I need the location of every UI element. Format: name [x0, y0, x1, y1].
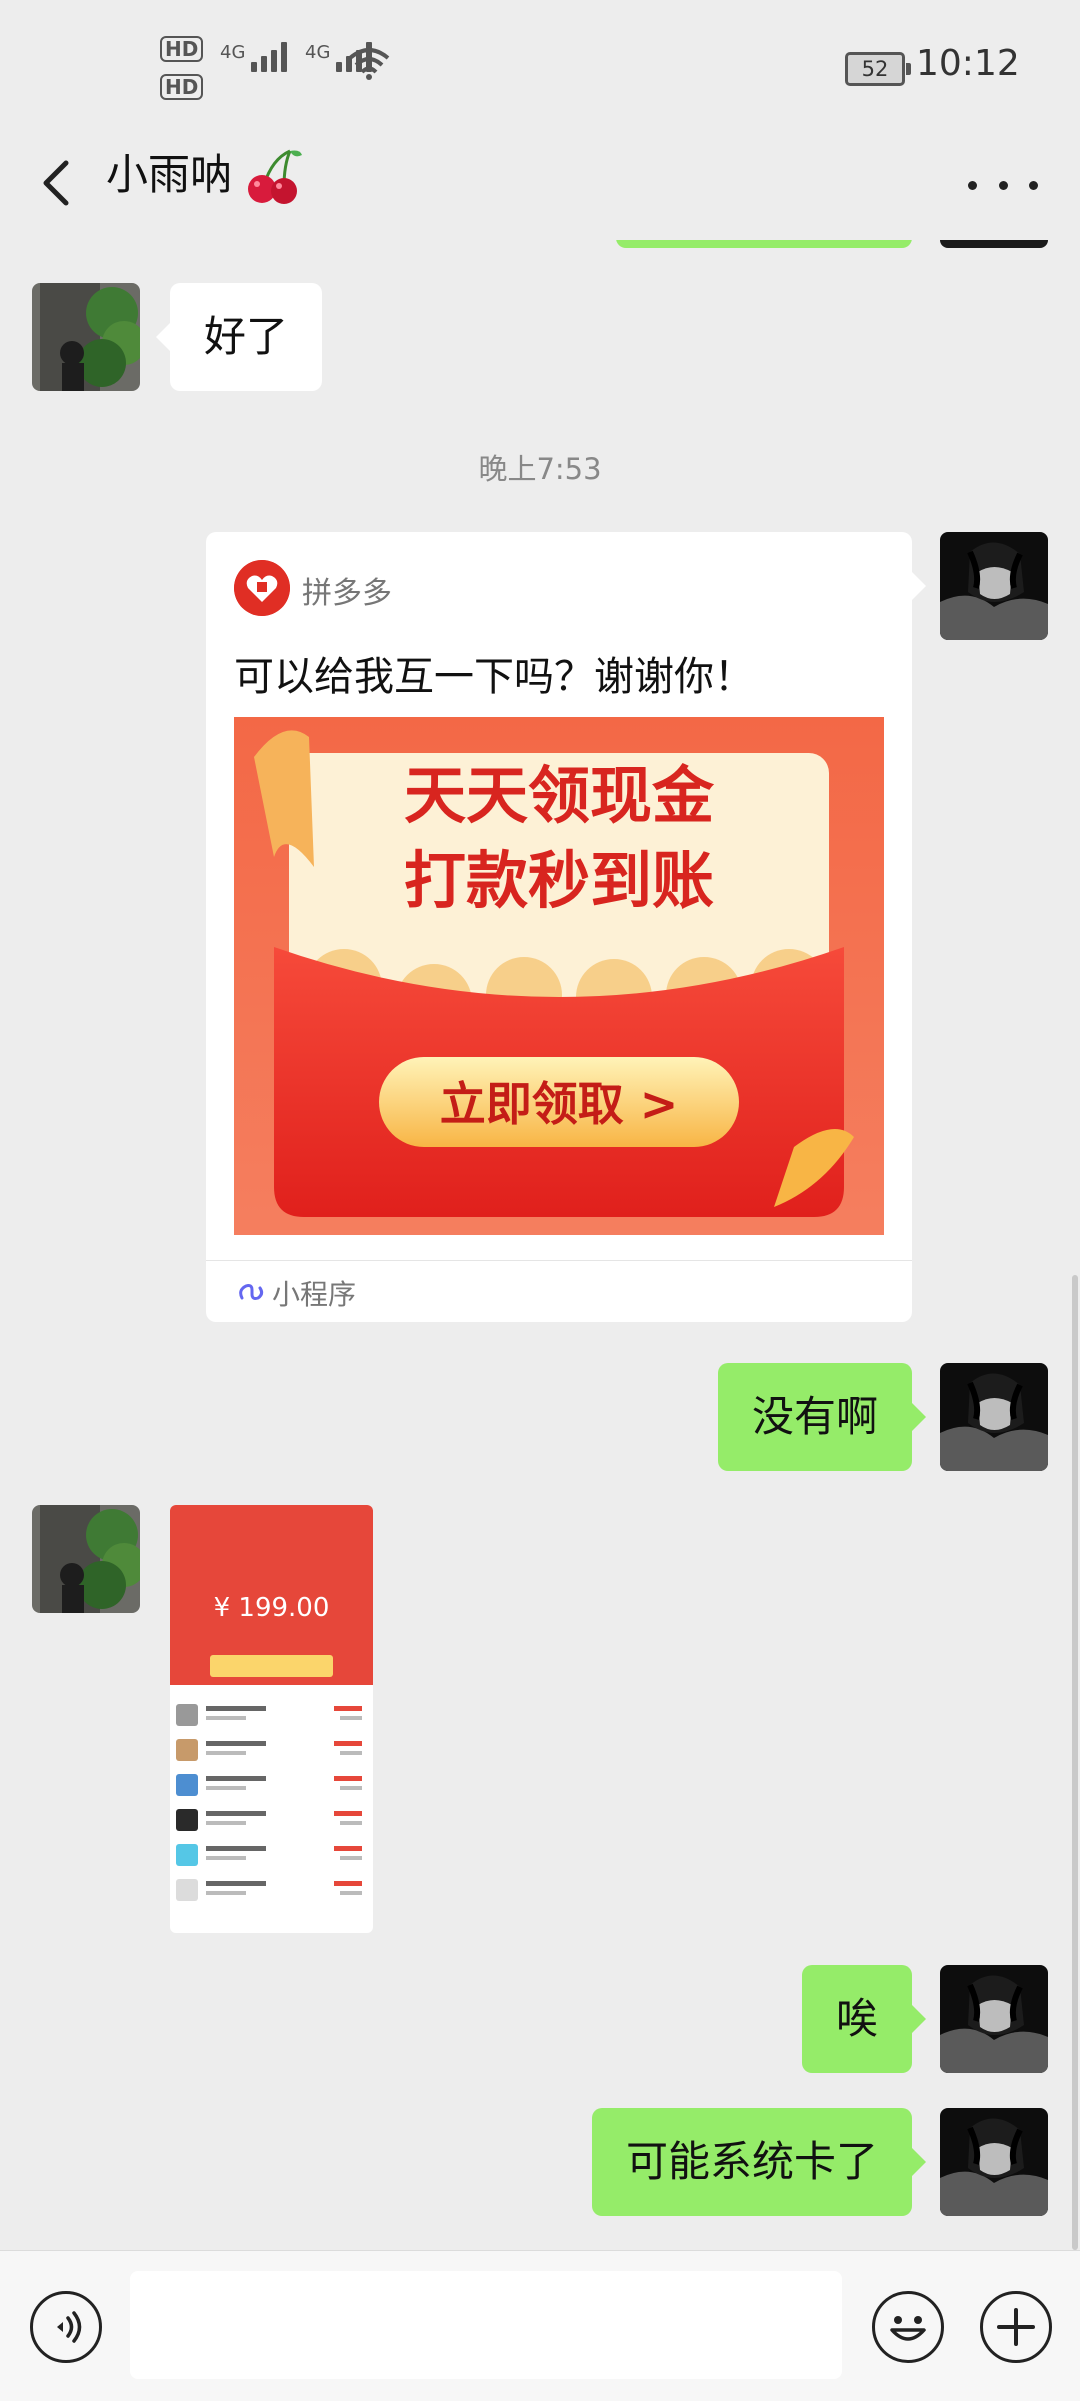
- message-bubble[interactable]: 唉: [801, 1965, 927, 2073]
- image-amount-text: ¥ 199.00: [213, 1593, 330, 1623]
- more-options-button[interactable]: [968, 165, 1038, 205]
- chat-title: 小雨呐: [106, 150, 233, 199]
- chat-header: 小雨呐: [0, 135, 1080, 240]
- message-bubble[interactable]: 好了: [155, 283, 323, 391]
- status-bar: HD HD 4G 4G 52 10:12: [0, 0, 1080, 135]
- my-avatar[interactable]: [940, 1363, 1048, 1471]
- message-list[interactable]: 好了 晚上7:53 拼多多 可以给我互一下吗？谢谢你！ 天天领现金 打款秒到账 …: [0, 240, 1080, 2250]
- hd-1-badge: HD: [160, 36, 204, 62]
- contact-avatar[interactable]: [32, 1505, 140, 1613]
- image-message[interactable]: ¥ 199.00: [170, 1505, 373, 1933]
- contact-avatar[interactable]: [32, 283, 140, 391]
- emoji-icon[interactable]: [872, 2291, 944, 2363]
- input-bar: [0, 2250, 1080, 2401]
- cherries-icon: [248, 149, 302, 204]
- mini-program-app-name: 拼多多: [302, 576, 392, 611]
- mini-program-icon: [239, 1284, 264, 1300]
- mini-program-title: 可以给我互一下吗？谢谢你！: [234, 654, 754, 700]
- plus-icon[interactable]: [980, 2291, 1052, 2363]
- message-bubble[interactable]: 可能系统卡了: [591, 2108, 927, 2216]
- signal-1-icon: 4G: [220, 42, 288, 72]
- mini-program-poster: 天天领现金 打款秒到账 立即领取 >: [234, 717, 884, 1235]
- scrollbar[interactable]: [1072, 1275, 1078, 2250]
- mini-program-label: 小程序: [272, 1278, 357, 1311]
- partial-message-bubble: [616, 240, 912, 248]
- partial-avatar: [940, 240, 1048, 248]
- clock: 10:12: [916, 43, 1020, 84]
- voice-icon[interactable]: [30, 2291, 102, 2363]
- my-avatar[interactable]: [940, 2108, 1048, 2216]
- message-input[interactable]: [130, 2271, 842, 2379]
- poster-button-label: 立即领取 >: [440, 1077, 679, 1131]
- mini-program-footer: 小程序: [206, 1260, 912, 1323]
- my-avatar[interactable]: [940, 1965, 1048, 2073]
- poster-line-1: 天天领现金: [404, 759, 715, 832]
- pinduoduo-logo-icon: [234, 560, 290, 616]
- hd-2-badge: HD: [160, 74, 204, 100]
- message-bubble[interactable]: 没有啊: [717, 1363, 927, 1471]
- timestamp: 晚上7:53: [478, 452, 602, 486]
- mini-program-card[interactable]: 拼多多 可以给我互一下吗？谢谢你！ 天天领现金 打款秒到账 立即领取 > 小程序: [206, 532, 926, 1323]
- my-avatar[interactable]: [940, 532, 1048, 640]
- back-arrow-icon[interactable]: [30, 153, 90, 213]
- wifi-icon: [348, 48, 390, 80]
- poster-line-2: 打款秒到账: [404, 844, 714, 917]
- battery-icon: 52: [845, 52, 911, 86]
